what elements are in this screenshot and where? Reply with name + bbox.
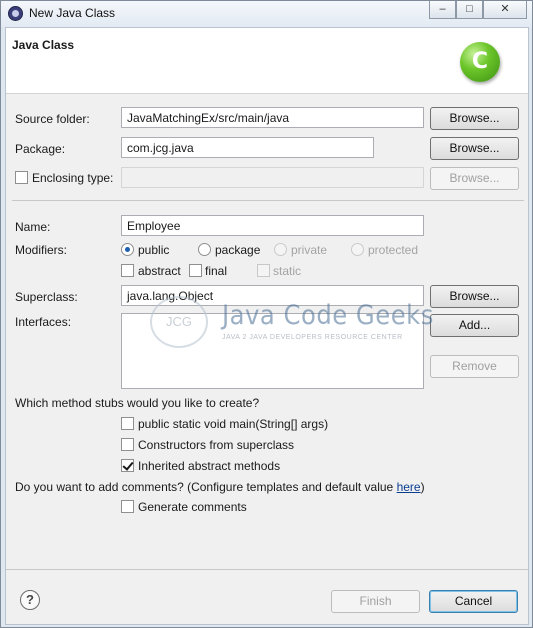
final-checkbox-label: final — [205, 264, 228, 278]
inherited-abstract-methods-checkbox[interactable] — [121, 459, 134, 472]
name-label: Name: — [15, 220, 51, 234]
superclass-browse-button[interactable]: Browse... — [430, 285, 519, 308]
generate-comments-checkbox[interactable] — [121, 500, 134, 513]
configure-templates-link[interactable]: here — [397, 480, 421, 494]
maximize-button[interactable]: □ — [456, 1, 483, 19]
finish-button: Finish — [331, 590, 420, 613]
abstract-checkbox[interactable] — [121, 264, 134, 277]
static-checkbox-label: static — [273, 264, 302, 278]
abstract-checkbox-label: abstract — [138, 264, 181, 278]
method-stubs-question: Which method stubs would you like to cre… — [15, 396, 260, 410]
generate-comments-label: Generate comments — [138, 500, 247, 514]
superclass-label: Superclass: — [15, 290, 78, 304]
static-checkbox — [257, 264, 270, 277]
package-label: Package: — [15, 142, 66, 156]
eclipse-icon — [8, 6, 23, 21]
private-radio — [274, 243, 287, 256]
protected-radio-label: protected — [368, 243, 419, 257]
enclosing-type-checkbox[interactable] — [15, 171, 28, 184]
window-title: New Java Class — [29, 6, 116, 20]
source-folder-input[interactable]: JavaMatchingEx/src/main/java — [121, 107, 424, 128]
jcg-logo: JCG — [150, 296, 208, 348]
source-folder-browse-button[interactable]: Browse... — [430, 107, 519, 130]
public-radio-label: public — [138, 243, 170, 257]
add-interface-button[interactable]: Add... — [430, 314, 519, 337]
modifiers-label: Modifiers: — [15, 243, 68, 257]
footer-separator — [6, 569, 528, 570]
constructors-label: Constructors from superclass — [138, 438, 295, 452]
comments-question: Do you want to add comments? (Configure … — [15, 480, 425, 494]
source-folder-label: Source folder: — [15, 112, 90, 126]
cancel-button[interactable]: Cancel — [429, 590, 518, 613]
enclosing-type-browse-button: Browse... — [430, 167, 519, 190]
java-class-wizard-icon: C — [460, 42, 500, 82]
comments-question-suffix: ) — [420, 480, 425, 494]
interfaces-label: Interfaces: — [15, 315, 72, 329]
package-browse-button[interactable]: Browse... — [430, 137, 519, 160]
help-icon[interactable]: ? — [20, 590, 40, 610]
constructors-checkbox[interactable] — [121, 438, 134, 451]
main-method-label: public static void main(String[] args) — [138, 417, 329, 431]
close-button[interactable]: ✕ — [483, 1, 527, 19]
final-checkbox[interactable] — [189, 264, 202, 277]
minimize-button[interactable]: – — [429, 1, 456, 19]
dialog-client-area: Java Class C Source folder: JavaMatching… — [5, 27, 529, 625]
remove-interface-button: Remove — [430, 355, 519, 378]
public-radio[interactable] — [121, 243, 134, 256]
comments-question-text: Do you want to add comments? (Configure … — [15, 480, 397, 494]
class-name-input[interactable]: Employee — [121, 215, 424, 236]
inherited-abstract-methods-label: Inherited abstract methods — [138, 459, 281, 473]
wizard-page-title: Java Class — [12, 38, 75, 52]
separator — [12, 200, 524, 201]
wizard-banner: Java Class C — [6, 28, 528, 94]
private-radio-label: private — [291, 243, 328, 257]
enclosing-type-input — [121, 167, 424, 188]
java-code-geeks-watermark: JCG Java Code Geeks JAVA 2 JAVA DEVELOPE… — [150, 294, 433, 354]
title-bar: New Java Class – □ ✕ — [1, 1, 532, 27]
new-java-class-dialog: New Java Class – □ ✕ Java Class C Source… — [0, 0, 533, 628]
protected-radio — [351, 243, 364, 256]
enclosing-type-label: Enclosing type: — [32, 171, 114, 185]
watermark-subtitle: JAVA 2 JAVA DEVELOPERS RESOURCE CENTER — [222, 334, 403, 341]
watermark-title: Java Code Geeks — [222, 300, 434, 331]
package-radio[interactable] — [198, 243, 211, 256]
main-method-checkbox[interactable] — [121, 417, 134, 430]
package-radio-label: package — [215, 243, 261, 257]
package-input[interactable]: com.jcg.java — [121, 137, 374, 158]
